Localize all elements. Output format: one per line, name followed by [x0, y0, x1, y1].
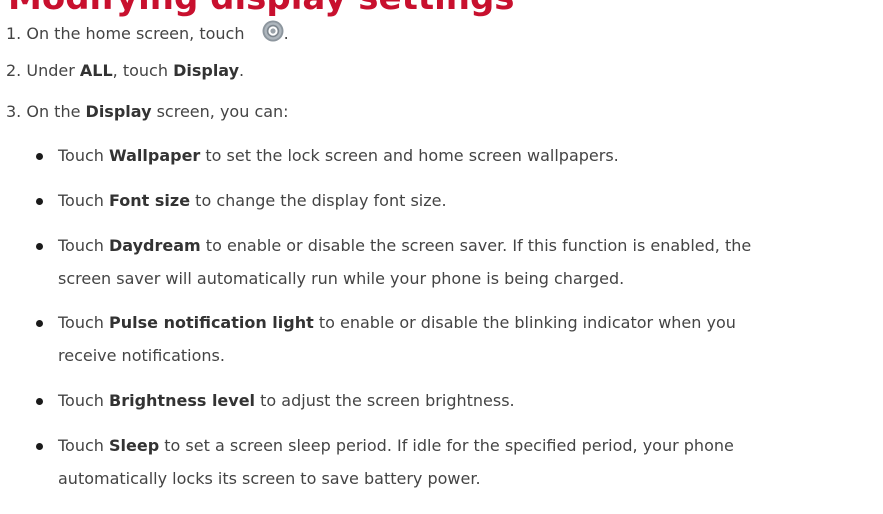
step-text: Under — [26, 61, 75, 80]
bullet-bold: Pulse notification light — [109, 313, 314, 332]
step-text-end: screen, you can: — [156, 102, 289, 121]
step-bold-display: Display — [173, 61, 240, 80]
step-2: 2. Under ALL, touch Display. — [6, 61, 244, 81]
settings-gear-icon — [262, 20, 284, 42]
bullet-text: Touch Font size to change the display fo… — [58, 191, 447, 210]
bullet-continuation: receive notifications. — [58, 346, 225, 365]
step-3: 3. On the Display screen, you can: — [6, 102, 289, 122]
bullet-bold: Sleep — [109, 436, 160, 455]
step-text-end: . — [239, 61, 245, 80]
step-number: 3. — [6, 102, 22, 121]
bullet-bold: Wallpaper — [109, 146, 201, 165]
step-number: 1. — [6, 24, 22, 43]
bullet-dot-icon — [36, 243, 43, 250]
step-text-end: . — [283, 24, 289, 43]
bullet-text: Touch Daydream to enable or disable the … — [58, 236, 752, 255]
bullet-continuation: automatically locks its screen to save b… — [58, 469, 481, 488]
page-heading: Modifying display settings — [8, 0, 515, 18]
bullet-text: Touch Sleep to set a screen sleep period… — [58, 436, 734, 455]
bullet-dot-icon — [36, 320, 43, 327]
step-text-mid: , touch — [112, 61, 168, 80]
bullet-bold: Font size — [109, 191, 191, 210]
step-bold-all: ALL — [79, 61, 113, 80]
bullet-dot-icon — [36, 443, 43, 450]
step-bold-display: Display — [85, 102, 152, 121]
bullet-continuation: screen saver will automatically run whil… — [58, 269, 625, 288]
bullet-text: Touch Brightness level to adjust the scr… — [58, 391, 515, 410]
bullet-bold: Brightness level — [109, 391, 256, 410]
bullet-dot-icon — [36, 153, 43, 160]
step-text: On the home screen, touch — [26, 24, 245, 43]
step-number: 2. — [6, 61, 22, 80]
bullet-dot-icon — [36, 198, 43, 205]
bullet-bold: Daydream — [109, 236, 201, 255]
bullet-text: Touch Wallpaper to set the lock screen a… — [58, 146, 619, 165]
step-1: 1. On the home screen, touch . — [6, 20, 289, 44]
bullet-dot-icon — [36, 398, 43, 405]
bullet-text: Touch Pulse notification light to enable… — [58, 313, 736, 332]
step-text: On the — [26, 102, 81, 121]
